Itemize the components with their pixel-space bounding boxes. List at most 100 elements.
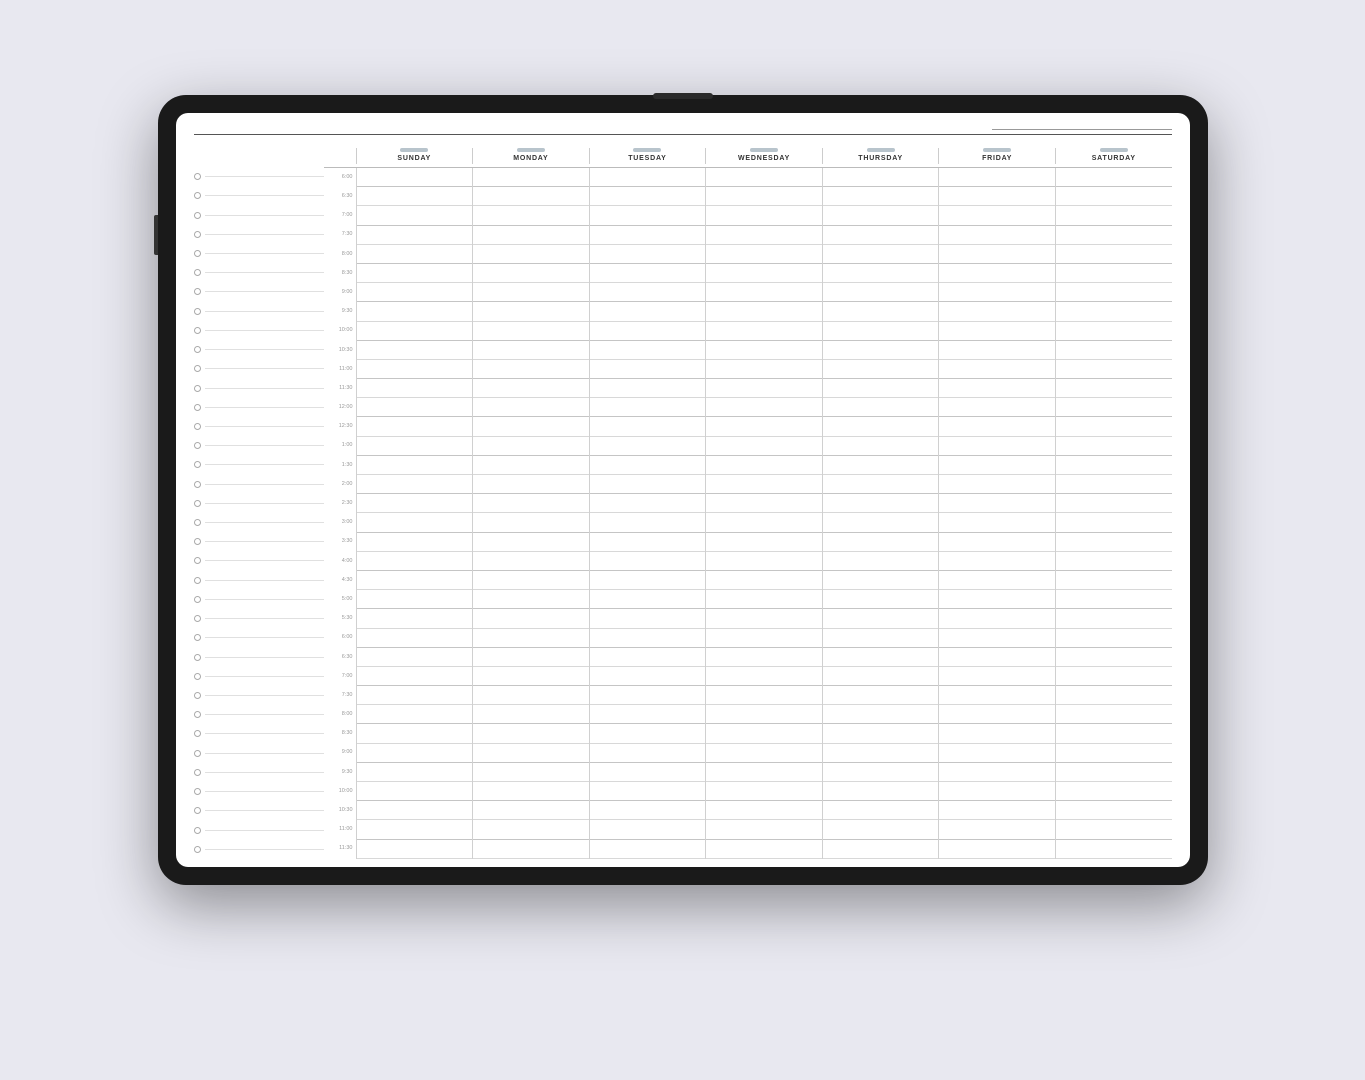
grid-cell	[939, 705, 1055, 724]
time-slot: 3:00	[324, 513, 356, 532]
grid-cell	[473, 667, 589, 686]
grid-cell	[823, 667, 939, 686]
grid-cell	[706, 533, 822, 552]
grid-cell	[939, 590, 1055, 609]
list-item-row	[194, 186, 324, 205]
time-slot: 8:30	[324, 264, 356, 283]
grid-cell	[706, 840, 822, 859]
list-item-row	[194, 551, 324, 570]
grid-cell	[1056, 801, 1172, 820]
time-slot: 8:00	[324, 245, 356, 264]
thursday-label: THURSDAY	[858, 155, 903, 162]
list-item-line	[205, 464, 324, 465]
grid-cell	[590, 648, 706, 667]
grid-cell	[823, 475, 939, 494]
grid-cell	[590, 168, 706, 187]
grid-cell	[357, 609, 473, 628]
day-header-saturday: SATURDAY	[1055, 148, 1172, 164]
time-slot: 9:30	[324, 302, 356, 321]
grid-cell	[473, 820, 589, 839]
time-label: 1:00	[342, 443, 353, 449]
grid-cell	[473, 629, 589, 648]
grid-cell	[590, 341, 706, 360]
circle-bullet	[194, 788, 201, 795]
grid-cell	[939, 667, 1055, 686]
circle-bullet	[194, 750, 201, 757]
grid-cell	[823, 590, 939, 609]
grid-cell	[823, 437, 939, 456]
grid-cell	[473, 533, 589, 552]
list-item-row	[194, 321, 324, 340]
list-item-row	[194, 302, 324, 321]
grid-cell	[1056, 398, 1172, 417]
list-item-row	[194, 417, 324, 436]
grid-cell	[590, 590, 706, 609]
grid-cell	[1056, 475, 1172, 494]
list-item-row	[194, 840, 324, 859]
time-slot: 11:30	[324, 840, 356, 859]
list-item-row	[194, 225, 324, 244]
time-grid-section: SUNDAY MONDAY TUESDAY WEDNESDAY	[324, 141, 1172, 859]
list-item-line	[205, 810, 324, 811]
grid-cell	[823, 226, 939, 245]
circle-bullet	[194, 327, 201, 334]
list-item-row	[194, 609, 324, 628]
week-of-section	[986, 129, 1172, 130]
grid-cell	[357, 552, 473, 571]
list-item-row	[194, 436, 324, 455]
day-column-monday	[472, 168, 589, 859]
grid-cell	[590, 322, 706, 341]
time-slot: 10:30	[324, 801, 356, 820]
grid-cell	[590, 245, 706, 264]
grid-cell	[590, 763, 706, 782]
grid-cell	[823, 417, 939, 436]
grid-cell	[939, 724, 1055, 743]
time-column: 6:006:307:007:308:008:309:009:3010:0010:…	[324, 168, 356, 859]
circle-bullet	[194, 673, 201, 680]
time-label: 6:30	[342, 194, 353, 200]
grid-cell	[1056, 724, 1172, 743]
grid-cell	[473, 571, 589, 590]
time-slot: 10:30	[324, 341, 356, 360]
time-label: 8:00	[342, 252, 353, 258]
grid-cell	[706, 264, 822, 283]
grid-cell	[590, 398, 706, 417]
grid-cell	[473, 168, 589, 187]
grid-cell	[1056, 494, 1172, 513]
planner-content: SUNDAY MONDAY TUESDAY WEDNESDAY	[176, 113, 1190, 867]
time-label: 9:30	[342, 309, 353, 315]
grid-cell	[939, 322, 1055, 341]
time-label: 7:00	[342, 213, 353, 219]
grid-cell	[590, 456, 706, 475]
circle-bullet	[194, 346, 201, 353]
grid-cell	[706, 763, 822, 782]
time-label: 4:30	[342, 578, 353, 584]
list-item-line	[205, 580, 324, 581]
grid-cell	[823, 322, 939, 341]
grid-cell	[1056, 302, 1172, 321]
time-label: 10:00	[339, 789, 353, 795]
grid-cell	[1056, 744, 1172, 763]
time-slot: 10:00	[324, 782, 356, 801]
grid-cell	[939, 456, 1055, 475]
circle-bullet	[194, 365, 201, 372]
time-slot: 7:30	[324, 686, 356, 705]
grid-cell	[939, 417, 1055, 436]
grid-cell	[357, 398, 473, 417]
time-slot: 4:00	[324, 552, 356, 571]
list-item-line	[205, 753, 324, 754]
list-item-line	[205, 253, 324, 254]
grid-cell	[590, 705, 706, 724]
grid-cell	[357, 513, 473, 532]
day-column-saturday	[1055, 168, 1172, 859]
grid-cell	[1056, 341, 1172, 360]
day-column-thursday	[822, 168, 939, 859]
grid-cell	[357, 533, 473, 552]
grid-cell	[357, 456, 473, 475]
grid-cell	[939, 801, 1055, 820]
grid-cell	[590, 840, 706, 859]
grid-cell	[590, 417, 706, 436]
time-slot: 6:00	[324, 629, 356, 648]
grid-cell	[706, 322, 822, 341]
monday-color-bar	[517, 148, 545, 152]
